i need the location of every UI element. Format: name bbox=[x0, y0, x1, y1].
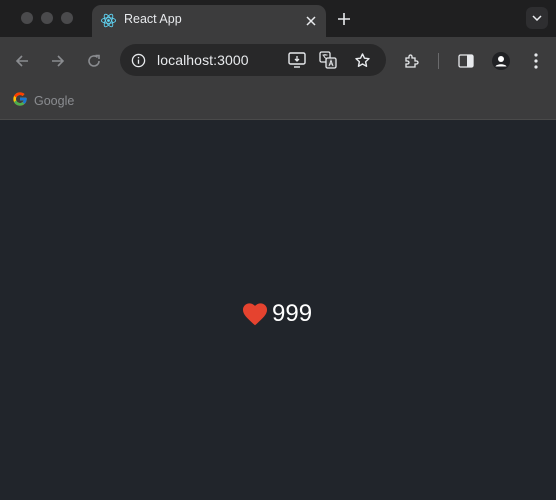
forward-arrow-icon[interactable] bbox=[48, 51, 68, 71]
install-app-icon[interactable] bbox=[288, 51, 306, 69]
side-panel-icon[interactable] bbox=[456, 51, 476, 71]
back-arrow-icon[interactable] bbox=[12, 51, 32, 71]
google-icon bbox=[12, 91, 28, 112]
plus-icon[interactable] bbox=[334, 9, 354, 29]
page-content: 999 bbox=[0, 120, 556, 500]
browser-toolbar: localhost:3000 bbox=[0, 37, 556, 85]
reload-icon[interactable] bbox=[84, 51, 104, 71]
profile-avatar-icon[interactable] bbox=[491, 51, 511, 71]
bookmarks-bar: Google bbox=[0, 85, 556, 120]
window-close-button[interactable] bbox=[21, 12, 33, 24]
url-text[interactable]: localhost:3000 bbox=[157, 52, 249, 68]
tab-title: React App bbox=[124, 12, 182, 26]
menu-dots-icon[interactable] bbox=[526, 51, 546, 71]
window-minimize-button[interactable] bbox=[41, 12, 53, 24]
toolbar-divider bbox=[438, 53, 439, 69]
browser-tab[interactable]: React App bbox=[92, 5, 326, 37]
extensions-icon[interactable] bbox=[402, 51, 422, 71]
bookmark-label: Google bbox=[34, 94, 75, 108]
chevron-down-icon[interactable] bbox=[526, 7, 548, 29]
heart-icon[interactable] bbox=[242, 302, 268, 326]
site-info-icon[interactable] bbox=[129, 51, 147, 69]
star-icon[interactable] bbox=[353, 51, 371, 69]
like-counter[interactable]: 999 bbox=[242, 300, 312, 328]
window-maximize-button[interactable] bbox=[61, 12, 73, 24]
tab-strip: React App bbox=[0, 0, 556, 37]
bookmark-google[interactable]: Google bbox=[12, 91, 74, 111]
address-bar[interactable]: localhost:3000 bbox=[120, 44, 386, 76]
react-icon bbox=[100, 12, 117, 29]
translate-icon[interactable] bbox=[319, 51, 337, 69]
like-count: 999 bbox=[272, 300, 313, 327]
tab-close-icon[interactable] bbox=[302, 12, 320, 30]
